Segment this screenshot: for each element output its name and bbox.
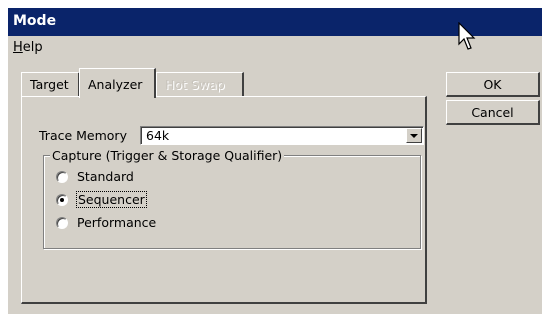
radio-button[interactable] [56, 217, 68, 229]
tab-hot-swap: Hot Swap [156, 72, 244, 96]
capture-group-label: Capture (Trigger & Storage Qualifier) [50, 148, 285, 163]
chevron-down-icon[interactable] [406, 128, 422, 143]
menu-help[interactable]: Help [13, 40, 43, 55]
trace-memory-value: 64k [146, 128, 170, 143]
ok-button[interactable]: OK [446, 72, 540, 97]
capture-groupbox: Capture (Trigger & Storage Qualifier) St… [43, 148, 421, 249]
tab-analyzer[interactable]: Analyzer [79, 68, 156, 98]
radio-performance-label[interactable]: Performance [77, 215, 156, 230]
trace-memory-select[interactable]: 64k [140, 126, 424, 145]
radio-sequencer-label[interactable]: Sequencer [76, 191, 147, 208]
mode-dialog: Mode Help Target Analyzer Hot Swap Trace… [8, 8, 542, 314]
window-title: Mode [13, 13, 57, 29]
analyzer-tab-panel: Trace Memory 64k Capture (Trigger & Stor… [21, 96, 427, 304]
radio-button[interactable] [56, 171, 68, 183]
menu-help-mnemonic: H [13, 40, 23, 55]
menu-help-label: elp [22, 40, 43, 55]
trace-memory-label: Trace Memory [39, 128, 127, 143]
radio-standard-label[interactable]: Standard [77, 169, 134, 184]
tab-target[interactable]: Target [21, 72, 80, 96]
cancel-button[interactable]: Cancel [446, 100, 540, 125]
tab-hot-swap-label: Hot Swap [165, 77, 225, 92]
radio-button-checked[interactable] [56, 194, 68, 206]
mouse-pointer-icon [458, 22, 476, 50]
